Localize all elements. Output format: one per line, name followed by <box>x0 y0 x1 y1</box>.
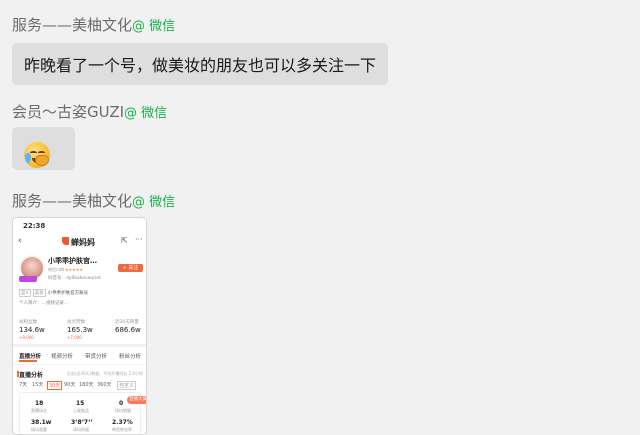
follow-button: + 关注 <box>118 264 143 272</box>
sender-name: 会员～古姿GUZI@ 微信 <box>12 101 167 122</box>
range-option: 360天 <box>97 382 112 388</box>
stat-label: 近30天销量 <box>115 320 139 325</box>
metric-label: 场均销量 <box>115 408 131 413</box>
share-icon: ⇱ <box>121 236 128 245</box>
range-option: 90天 <box>64 382 76 388</box>
metric-value: 38.1w <box>31 419 52 426</box>
divider <box>13 364 146 365</box>
avatar-badge <box>19 276 37 282</box>
tag: 蓝V <box>19 289 31 297</box>
account-level: 带货口碑 <box>48 267 64 272</box>
divider <box>13 344 146 347</box>
tag: 美妆 <box>32 289 46 297</box>
stat-value: 165.3w <box>67 326 93 334</box>
range-option: 15天 <box>32 382 44 388</box>
sender-name: 服务——美柚文化@ 微信 <box>12 14 175 35</box>
tab-fans: 粉丝分析 <box>119 354 142 360</box>
source-tag: @ 微信 <box>132 195 176 210</box>
range-option: 180天 <box>79 382 94 388</box>
range-option-selected: 30天 <box>47 381 63 390</box>
account-id: 抖音号：dy0kakavaunat <box>48 276 101 281</box>
tab-video: 视频分析 <box>51 354 74 360</box>
tag-row: 蓝V 美妆 小乖乖护肤官方账号 <box>19 289 88 297</box>
source-tag: @ 微信 <box>132 19 176 34</box>
stat-label: 总粉丝数 <box>19 320 37 325</box>
intro-line: 个人简介：…视频记录… <box>19 301 69 306</box>
official-account: 小乖乖护肤官方账号 <box>47 291 89 296</box>
sender-label: 服务——美柚文化 <box>12 192 133 210</box>
metric-label: 上架商品 <box>73 408 89 413</box>
source-tag: @ 微信 <box>124 106 168 121</box>
emoji-bubble[interactable] <box>12 127 75 170</box>
live-screen-button: 直播大屏 <box>127 396 147 404</box>
tab-sales: 带货分析 <box>85 354 108 360</box>
metric-value: 3‘8‘7‘‘ <box>71 419 93 426</box>
stat-delta: +9,000 <box>19 335 34 340</box>
metric-value: 2.37% <box>112 419 133 426</box>
metric-value: 18 <box>35 400 44 407</box>
phone-screenshot-image[interactable]: 22:38 ‹ 蝉妈妈 ⇱ ··· 小乖乖护肤官… 带货口碑 ★★★★★ 抖音号… <box>12 217 147 435</box>
chat-window: 服务——美柚文化@ 微信 昨晚看了一个号，做美妆的朋友也可以多关注一下 会员～古… <box>0 0 640 435</box>
sender-label: 会员～古姿GUZI <box>12 103 125 121</box>
rating-stars: ★★★★★ <box>65 267 83 272</box>
range-option: 7天 <box>19 382 28 388</box>
message-bubble[interactable]: 昨晚看了一个号，做美妆的朋友也可以多关注一下 <box>12 43 389 85</box>
stat-label: 总点赞数 <box>67 320 85 325</box>
metric-label: 场均停留 <box>73 427 89 432</box>
stat-value: 134.6w <box>19 326 45 334</box>
message-text: 昨晚看了一个号，做美妆的朋友也可以多关注一下 <box>24 56 377 75</box>
metric-value: 15 <box>76 400 85 407</box>
status-time: 22:38 <box>23 222 46 230</box>
app-logo-icon <box>62 237 69 245</box>
metric-label: 带货转化率 <box>112 427 132 432</box>
sender-name: 服务——美柚文化@ 微信 <box>12 190 175 211</box>
tab-underline <box>19 360 37 362</box>
app-name: 蝉妈妈 <box>71 238 95 247</box>
range-custom: 自定义 <box>117 381 137 390</box>
more-icon: ··· <box>135 235 143 244</box>
section-note: 历史(近30天)数据，平均开播时长 2.4小时 <box>67 371 143 376</box>
back-icon: ‹ <box>18 236 22 246</box>
stat-delta: +7,000 <box>67 335 82 340</box>
metric-label: 场均观看 <box>31 427 47 432</box>
metric-value: 0 <box>119 400 124 407</box>
sender-label: 服务——美柚文化 <box>12 16 133 34</box>
tab-live: 直播分析 <box>19 354 42 360</box>
loudly-crying-face-icon <box>24 142 50 168</box>
stat-value: 686.6w <box>115 326 141 334</box>
account-name: 小乖乖护肤官… <box>48 257 97 265</box>
metric-label: 直播场次 <box>31 408 47 413</box>
section-title: 直播分析 <box>19 372 44 379</box>
